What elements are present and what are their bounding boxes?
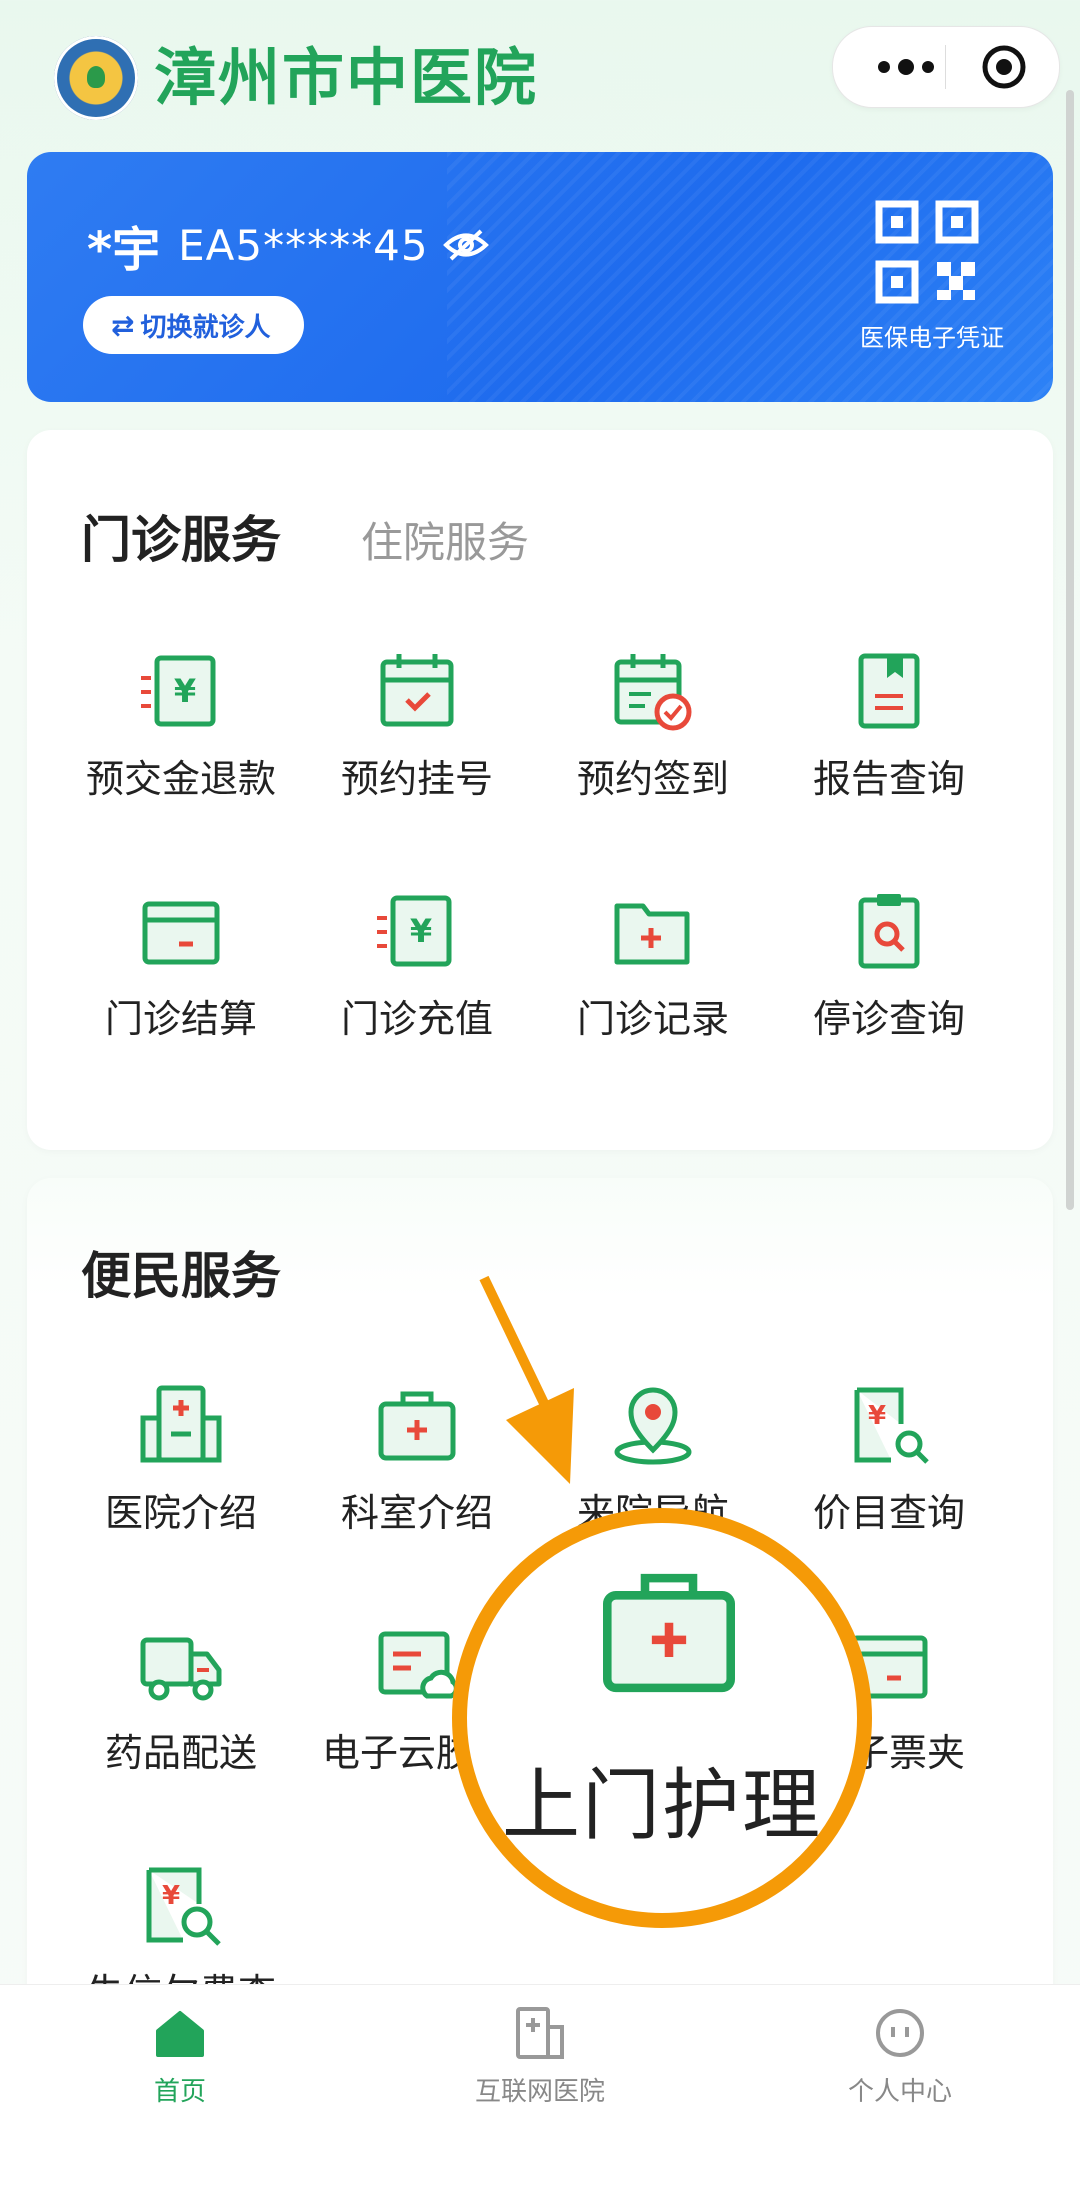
capsule-divider: [945, 45, 946, 89]
report-icon: [858, 653, 920, 729]
hospital-building-icon: [516, 2007, 564, 2059]
tab-profile[interactable]: 个人中心: [720, 2005, 1080, 2108]
grid-item-label: 预约挂号: [340, 757, 493, 801]
grid-item-drug-delivery[interactable]: 药品配送: [63, 1624, 299, 1784]
switch-patient-button[interactable]: ⇄ 切换就诊人: [83, 296, 305, 354]
yen-topup-icon: ¥: [377, 895, 452, 967]
swap-icon: ⇄: [111, 308, 135, 342]
grid-item-label: 门诊充值: [340, 997, 493, 1041]
svg-text:¥: ¥: [174, 672, 196, 710]
patient-name: *宇: [87, 222, 161, 278]
home-icon: [156, 2011, 204, 2057]
grid-item-label: 停诊查询: [812, 997, 965, 1041]
qr-code-icon[interactable]: [875, 200, 979, 304]
cloud-film-icon: [378, 1631, 459, 1699]
service-tabs: 门诊服务 住院服务: [81, 500, 529, 572]
grid-item-label: 门诊记录: [576, 997, 729, 1041]
grid-item-label: 药品配送: [104, 1731, 257, 1775]
switch-patient-label: 切换就诊人: [140, 312, 271, 343]
tab-inpatient[interactable]: 住院服务: [361, 509, 529, 570]
grid-item-appointment[interactable]: 预约挂号: [299, 650, 535, 810]
grid-item-label: 医院介绍: [104, 1491, 257, 1535]
grid-item-suspension[interactable]: 停诊查询: [771, 890, 1007, 1050]
grid-item-hospital-intro[interactable]: 医院介绍: [63, 1384, 299, 1544]
tab-outpatient[interactable]: 门诊服务: [81, 500, 281, 572]
grid-item-label: 预约签到: [576, 757, 729, 801]
outpatient-panel: 门诊服务 住院服务 ¥ 预交金退款 预约挂号 预约签到 报告查询 门诊结算 ¥ …: [27, 430, 1053, 1150]
grid-item-label: 报告查询: [812, 757, 965, 801]
grid-item-label: 价目查询: [812, 1491, 965, 1535]
tab-home[interactable]: 首页: [0, 2005, 360, 2108]
grid-item-deposit-refund[interactable]: ¥ 预交金退款: [63, 650, 299, 810]
hospital-logo: [54, 36, 138, 120]
medical-kit-icon: [378, 1391, 456, 1461]
tab-label: 首页: [153, 2077, 206, 2107]
grid-item-topup[interactable]: ¥ 门诊充值: [299, 890, 535, 1050]
grid-item-records[interactable]: 门诊记录: [535, 890, 771, 1050]
grid-item-label: 科室介绍: [340, 1491, 493, 1535]
card-minus-icon: [142, 901, 220, 965]
yen-refund-icon: ¥: [141, 655, 216, 727]
grid-item-settlement[interactable]: 门诊结算: [63, 890, 299, 1050]
medical-kit-icon: [603, 1573, 735, 1693]
more-dots-icon[interactable]: [861, 27, 951, 107]
calendar-icon: [380, 654, 454, 727]
clipboard-search-icon: [858, 894, 920, 969]
annotation-arrow: [479, 1275, 574, 1484]
patient-info: *宇 EA5*****45: [87, 210, 489, 280]
app-title: 漳州市中医院: [154, 41, 539, 114]
truck-icon: [140, 1637, 222, 1701]
tab-label: 互联网医院: [474, 2077, 605, 2107]
price-search-icon: ¥: [854, 1387, 929, 1464]
yen-search-icon: ¥: [146, 1867, 221, 1946]
scrollbar[interactable]: [1066, 90, 1074, 1210]
grid-item-label: 门诊结算: [104, 997, 257, 1041]
grid-item-credit-arrears[interactable]: ¥ 失信欠费查: [63, 1864, 299, 1984]
folder-plus-icon: [614, 903, 690, 965]
tab-label: 个人中心: [847, 2077, 952, 2107]
bottom-tabbar: 首页 互联网医院 个人中心: [0, 1984, 1080, 2205]
svg-text:¥: ¥: [868, 1401, 886, 1431]
svg-text:¥: ¥: [410, 912, 432, 950]
location-pin-icon: [614, 1387, 692, 1465]
hospital-icon: [140, 1385, 222, 1463]
grid-item-label: 失信欠费查: [63, 1962, 299, 1984]
card-number: EA5*****45: [178, 220, 429, 270]
patient-card[interactable]: *宇 EA5*****45 ⇄ 切换就诊人 医保电子凭证: [27, 152, 1053, 402]
grid-item-checkin[interactable]: 预约签到: [535, 650, 771, 810]
highlight-home-nursing[interactable]: 上门护理: [452, 1508, 872, 1928]
header: 漳州市中医院: [0, 0, 1080, 140]
calendar-check-icon: [614, 654, 692, 731]
smiley-icon: [876, 2009, 924, 2057]
grid-item-label: 预交金退款: [85, 757, 276, 801]
eye-hidden-icon[interactable]: [442, 228, 489, 262]
tab-internet-hospital[interactable]: 互联网医院: [360, 2005, 720, 2108]
svg-text:¥: ¥: [162, 1881, 180, 1911]
home-nursing-label: 上门护理: [501, 1761, 822, 1851]
qr-label: 医保电子凭证: [860, 324, 1004, 352]
miniprogram-capsule: [832, 26, 1060, 108]
section-title: 便民服务: [81, 1247, 281, 1305]
target-icon[interactable]: [981, 44, 1027, 90]
grid-item-report[interactable]: 报告查询: [771, 650, 1007, 810]
grid-item-price-query[interactable]: ¥ 价目查询: [771, 1384, 1007, 1544]
